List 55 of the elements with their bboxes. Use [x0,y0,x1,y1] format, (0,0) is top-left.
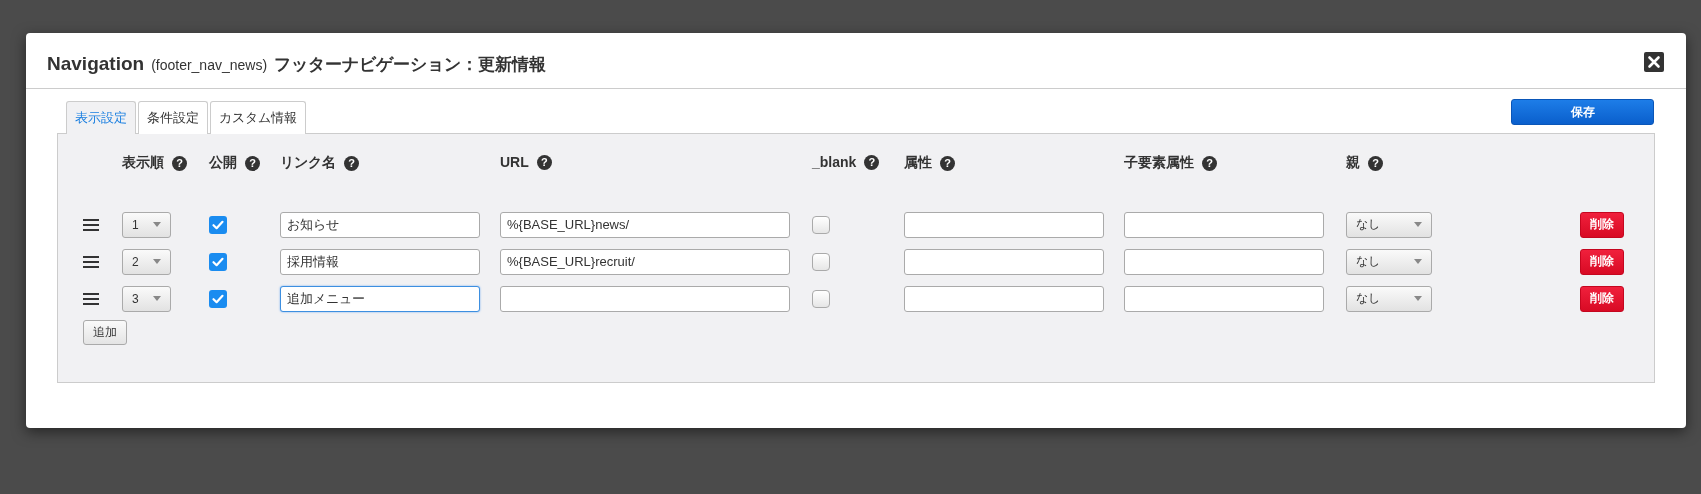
column-header: 表示順 [122,154,164,172]
url-field[interactable] [500,285,790,312]
dialog-title: Navigation [47,53,145,75]
order-select[interactable]: 1 [122,211,171,238]
drag-handle-icon[interactable] [83,218,99,231]
checkbox[interactable] [812,289,830,308]
link-name-field[interactable]: 追加メニュー [280,285,480,312]
help-icon[interactable]: ? [864,154,880,170]
help-icon[interactable]: ? [1202,155,1217,171]
close-icon[interactable] [1644,51,1664,72]
delete-button[interactable]: 削除 [1580,285,1624,312]
checkbox[interactable] [209,252,227,271]
child-attribute-field[interactable] [1124,211,1324,238]
help-icon[interactable]: ? [245,155,260,171]
parent-select[interactable]: なし [1346,211,1432,238]
attribute-field[interactable] [904,248,1104,275]
drag-handle-icon[interactable] [83,292,99,305]
tab[interactable]: 表示設定 [66,101,136,134]
child-attribute-field[interactable] [1124,285,1324,312]
checkbox[interactable] [812,252,830,271]
parent-select[interactable]: なし [1346,285,1432,312]
column-header: URL [500,154,529,170]
drag-handle-icon[interactable] [83,255,99,268]
dialog-code: (footer_nav_news) [151,57,268,73]
help-icon[interactable]: ? [1368,155,1383,171]
column-header: _blank [812,154,857,170]
help-icon[interactable]: ? [344,155,359,171]
help-icon[interactable]: ? [172,155,187,171]
checkbox[interactable] [812,215,830,234]
tab[interactable]: カスタム情報 [210,101,306,134]
column-header: 子要素属性 [1124,154,1194,172]
order-select[interactable]: 3 [122,285,171,312]
delete-button[interactable]: 削除 [1580,211,1624,238]
delete-button[interactable]: 削除 [1580,248,1624,275]
column-header: 属性 [904,154,932,172]
column-header: 公開 [209,154,237,172]
save-button[interactable]: 保存 [1511,99,1654,125]
column-header: 親 [1346,154,1360,172]
help-icon[interactable]: ? [536,154,552,170]
help-icon[interactable]: ? [940,155,955,171]
checkbox[interactable] [209,289,227,308]
order-select[interactable]: 2 [122,248,171,275]
parent-select[interactable]: なし [1346,248,1432,275]
attribute-field[interactable] [904,285,1104,312]
child-attribute-field[interactable] [1124,248,1324,275]
checkbox[interactable] [209,215,227,234]
add-button[interactable]: 追加 [83,320,127,345]
dialog-subtitle: フッターナビゲーション：更新情報 [274,54,547,76]
column-header: リンク名 [280,154,336,172]
tab[interactable]: 条件設定 [138,101,208,134]
url-field[interactable]: %{BASE_URL}recruit/ [500,248,790,275]
attribute-field[interactable] [904,211,1104,238]
url-field[interactable]: %{BASE_URL}news/ [500,211,790,238]
link-name-field[interactable]: 採用情報 [280,248,480,275]
link-name-field[interactable]: お知らせ [280,211,480,238]
